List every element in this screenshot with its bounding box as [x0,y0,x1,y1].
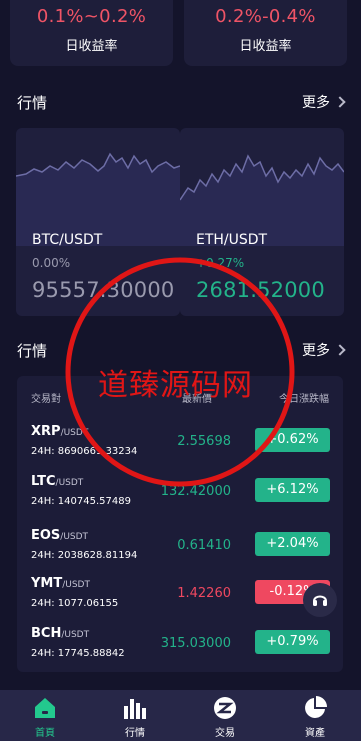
sparkline-chart [16,152,180,246]
bars-chart-icon [124,699,146,719]
yield-card[interactable]: 0.2%-0.4% 日收益率 [184,0,347,66]
market-card-eth[interactable]: ETH/USDT +0.27% 2681.52000 [180,128,344,316]
market-list-header: 行情 更多 [17,338,346,362]
list-header-row: 交易對 最新價 今日漲跌幅 [17,390,343,406]
change-badge: +6.12% [255,478,330,502]
more-label: 更多 [302,343,330,359]
volume-24h: 24H: 1077.06155 [31,598,119,609]
nav-label: 行情 [125,728,145,739]
volume-24h: 24H: 140745.57489 [31,496,131,507]
list-item[interactable]: EOS/USDT 24H: 2038628.81194 0.61410 +2.0… [17,528,343,578]
nav-label: 資產 [305,728,325,739]
nav-item-assets[interactable]: 資產 [270,690,360,741]
pair-name: ETH/USDT [196,232,268,248]
base-symbol: EOS [31,528,61,543]
pie-chart-icon [305,696,327,718]
volume-24h: 24H: 2038628.81194 [31,550,138,561]
yield-rate-value: 0.1%~0.2% [36,6,147,27]
customer-service-button[interactable] [303,583,337,617]
volume-24h: 24H: 17745.88842 [31,648,125,659]
nav-label: 交易 [215,728,235,739]
quote-symbol: /USDT [60,428,89,438]
column-header-price: 最新價 [182,394,212,405]
base-symbol: YMT [31,576,63,591]
yield-rate-label: 日收益率 [65,39,118,54]
yield-rate-value: 0.2%-0.4% [215,6,316,27]
volume-24h: 24H: 8690669.33234 [31,446,138,457]
pair-symbol: LTC/USDT [31,474,83,489]
base-symbol: XRP [31,424,61,439]
pair-name: BTC/USDT [32,232,103,248]
quote-symbol: /USDT [60,532,89,542]
market-list: 交易對 最新價 今日漲跌幅 XRP/USDT 24H: 8690669.3323… [17,376,343,672]
nav-item-market[interactable]: 行情 [90,690,180,741]
last-price: 2681.52000 [196,278,325,302]
last-price: 2.55698 [177,434,231,449]
last-price: 95557.30000 [32,278,175,302]
pair-symbol: BCH/USDT [31,626,89,641]
bottom-nav: 首頁 行情 交易 資產 [0,690,361,741]
quote-symbol: /USDT [55,478,84,488]
yield-cards: 0.1%~0.2% 日收益率 0.2%-0.4% 日收益率 [0,0,361,66]
list-item[interactable]: XRP/USDT 24H: 8690669.33234 2.55698 +0.6… [17,424,343,474]
nav-label: 首頁 [35,728,55,739]
yield-rate-label: 日收益率 [239,39,292,54]
trade-icon [214,697,236,719]
yield-card[interactable]: 0.1%~0.2% 日收益率 [10,0,173,66]
base-symbol: BCH [31,626,62,641]
column-header-pair: 交易對 [31,394,61,405]
last-price: 132.42000 [160,484,231,499]
change-percent: +0.27% [196,256,245,270]
change-badge: +2.04% [255,532,330,556]
chevron-right-icon [334,344,346,356]
change-badge: +0.79% [255,630,330,654]
pair-symbol: YMT/USDT [31,576,90,591]
base-symbol: LTC [31,474,56,489]
column-header-change: 今日漲跌幅 [279,394,329,405]
list-item[interactable]: YMT/USDT 24H: 1077.06155 1.42260 -0.12% [17,576,343,626]
home-icon [35,698,55,718]
pair-symbol: XRP/USDT [31,424,88,439]
list-item[interactable]: LTC/USDT 24H: 140745.57489 132.42000 +6.… [17,474,343,524]
more-link[interactable]: 更多 [302,340,346,360]
market-card-btc[interactable]: BTC/USDT 0.00% 95557.30000 [16,128,180,316]
section-title: 行情 [17,94,48,112]
last-price: 1.42260 [177,586,231,601]
more-link[interactable]: 更多 [302,92,346,112]
pair-symbol: EOS/USDT [31,528,88,543]
last-price: 0.61410 [177,538,231,553]
more-label: 更多 [302,95,330,111]
quote-symbol: /USDT [61,630,90,640]
quote-symbol: /USDT [62,580,90,590]
headset-icon [313,595,327,606]
sparkline-chart [180,154,344,246]
change-badge: +0.62% [255,428,330,452]
change-percent: 0.00% [32,256,71,270]
chevron-right-icon [334,96,346,108]
nav-item-home[interactable]: 首頁 [0,690,90,741]
list-item[interactable]: BCH/USDT 24H: 17745.88842 315.03000 +0.7… [17,626,343,676]
last-price: 315.03000 [160,636,231,651]
section-title: 行情 [17,342,48,360]
page: 0.1%~0.2% 日收益率 0.2%-0.4% 日收益率 行情 更多 BTC/… [0,0,361,741]
nav-item-trade[interactable]: 交易 [180,690,270,741]
market-section-header: 行情 更多 [17,90,346,114]
